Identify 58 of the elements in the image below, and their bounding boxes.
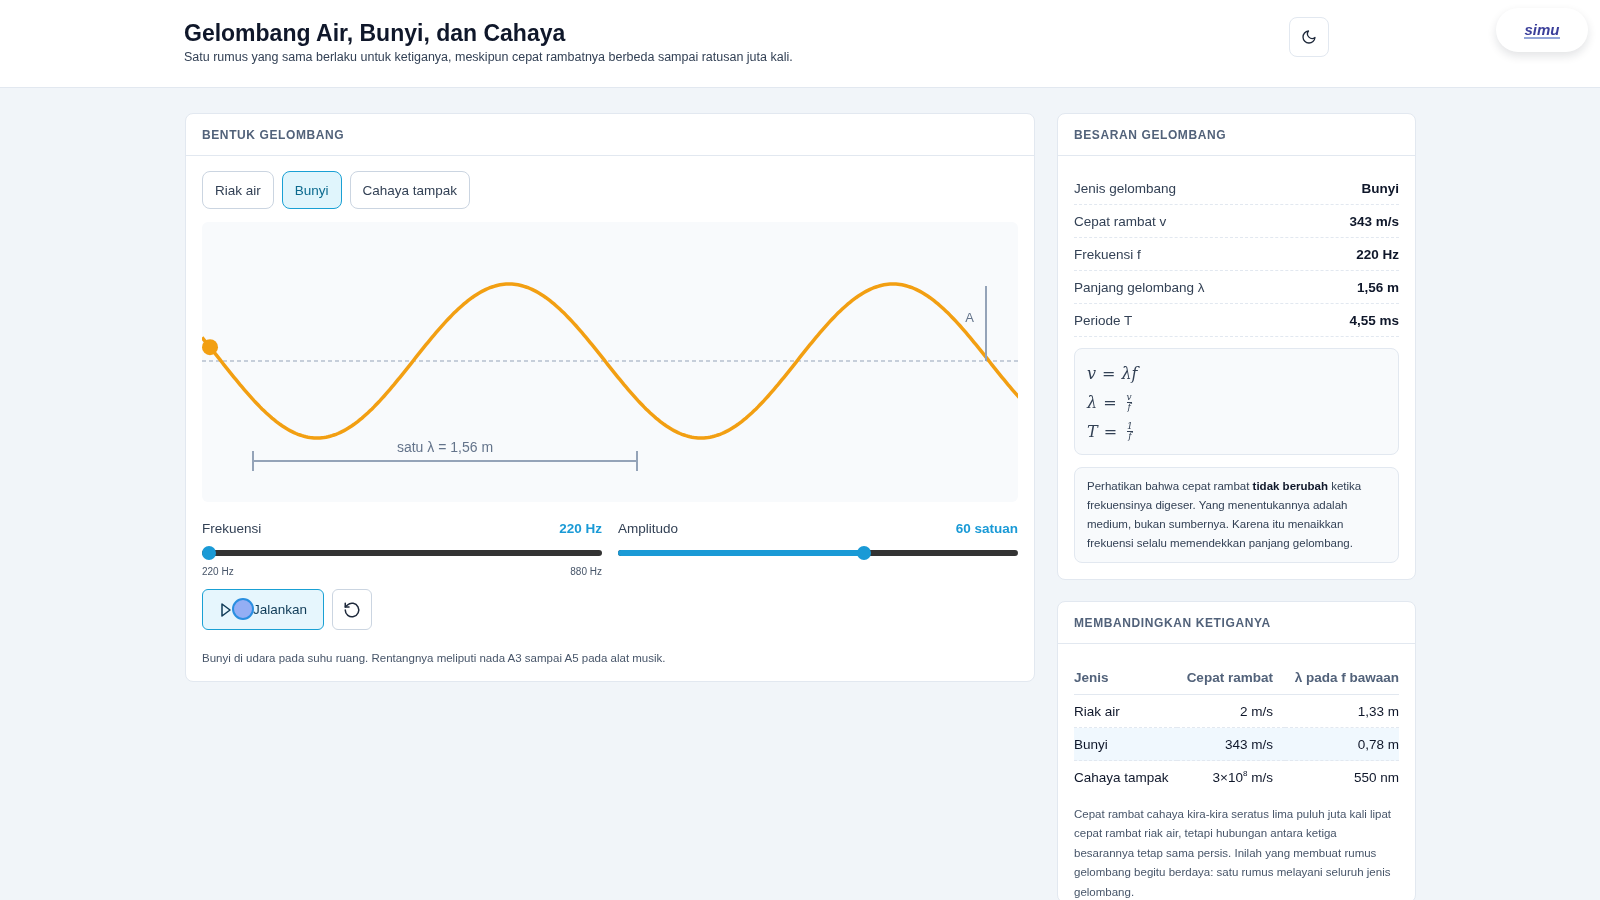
panel-heading: MEMBANDINGKAN KETIGANYA [1058, 602, 1415, 644]
column-header: Cepat rambat [1177, 660, 1285, 695]
table-cell: 2 m/s [1177, 694, 1285, 728]
table-cell: Bunyi [1074, 727, 1178, 761]
slider-thumb[interactable] [202, 546, 216, 560]
description-text: Bunyi di udara pada suhu ruang. Rentangnya meliputi nada A3 sampai A5 pada alat musik. [202, 652, 667, 664]
table-cell: 0,78 m [1284, 727, 1399, 761]
comparison-note: Cepat rambat cahaya kira-kira seratus lima puluh juta kali lipat cepat rambat riak air, tetapi hubungan antara ketiga besarannya tetap sama persis. Inilah yang membuat rumus gelombang begitu berdaya: satu rumus melayani seluruh jenis gelombang. [1074, 807, 1393, 900]
run-button[interactable]: Jalankan [202, 589, 325, 630]
slider-label: Frekuensi [202, 520, 262, 538]
wavelength-label: satu λ = 1,56 m [396, 439, 494, 455]
quantity-value: 343 m/s [1349, 213, 1399, 229]
column-header: λ pada f bawaan [1284, 660, 1399, 695]
oscillator-dot [202, 339, 218, 356]
slider-min-label: 220 Hz [202, 566, 234, 577]
slider-reading: 220 Hz [559, 520, 602, 538]
slider-label: Amplitudo [618, 520, 679, 538]
quantity-label: Periode T [1074, 312, 1133, 328]
table-row[interactable]: Bunyi 343 m/s 0,78 m [1074, 727, 1399, 761]
logo[interactable]: simu [1496, 8, 1588, 52]
quantity-value: 4,55 ms [1349, 312, 1399, 328]
table-cell: Riak air [1074, 694, 1178, 728]
slider-max-label: 880 Hz [570, 566, 602, 577]
play-icon [221, 602, 231, 617]
panel-heading: BESARAN GELOMBANG [1058, 114, 1415, 156]
click-indicator [232, 598, 254, 620]
page-subtitle: Satu rumus yang sama berlaku untuk ketiganya, meskipun cepat rambatnya berbeda sampai ratusan juta kali. [184, 50, 793, 64]
reset-icon [343, 600, 362, 619]
formula: λ = v f [1087, 391, 1133, 414]
wave-type-tab[interactable]: Cahaya tampak [349, 171, 471, 209]
slider-reading: 60 satuan [955, 520, 1018, 538]
wave-type-tab[interactable]: Riak air [202, 171, 274, 209]
quantity-label: Panjang gelombang λ [1074, 279, 1205, 295]
wave-type-tab[interactable]: Bunyi [281, 171, 342, 209]
slider-thumb[interactable] [857, 546, 872, 560]
formula: v = λf [1087, 363, 1141, 385]
table-cell: 343 m/s [1177, 727, 1285, 761]
reset-button[interactable] [332, 589, 373, 630]
panel-heading: BENTUK GELOMBANG [186, 114, 1034, 156]
table-row[interactable]: Riak air 2 m/s 1,33 m [1074, 694, 1399, 728]
table-cell: 550 nm [1284, 760, 1399, 793]
theme-toggle-button[interactable] [1289, 17, 1329, 57]
quantity-value: 220 Hz [1356, 246, 1399, 262]
page-title: Gelombang Air, Bunyi, dan Cahaya [184, 19, 567, 48]
quantity-label: Cepat rambat v [1074, 213, 1167, 229]
table-cell: 1,33 m [1284, 694, 1399, 728]
table-cell: 3×10$^{8}$ m/s [1177, 760, 1285, 793]
formula: T = 1 f [1087, 420, 1134, 443]
quantity-value: Bunyi [1361, 180, 1399, 196]
quantity-label: Frekuensi f [1074, 246, 1141, 262]
table-row[interactable]: Cahaya tampak 3×10$^{8}$ m/s 550 nm [1074, 760, 1399, 793]
info-note: Perhatikan bahwa cepat rambat tidak berubah ketika frekuensinya digeser. Yang menentukannya adalah medium, bukan sumbernya. Karena itu menaikkan frekuensi selalu memendekkan panjang gelombang. [1074, 467, 1399, 563]
amplitude-label: A [965, 310, 974, 325]
quantity-label: Jenis gelombang [1074, 180, 1177, 196]
moon-icon [1301, 29, 1317, 45]
column-header: Jenis [1074, 660, 1178, 695]
table-cell: Cahaya tampak [1074, 760, 1178, 793]
quantity-value: 1,56 m [1356, 279, 1399, 295]
